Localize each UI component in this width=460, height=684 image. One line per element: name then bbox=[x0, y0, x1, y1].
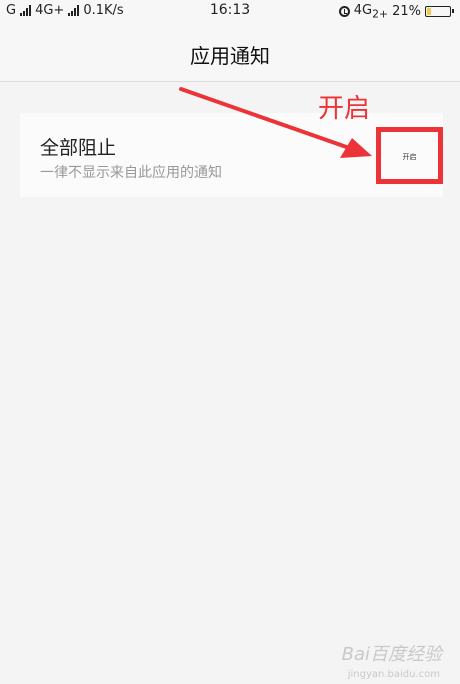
network-type-right-suffix: 2+ bbox=[372, 7, 389, 21]
status-bar: G 4G+ 0.1K/s 16:13 4G2+ 21% bbox=[0, 0, 460, 22]
page-title: 应用通知 bbox=[190, 44, 270, 68]
network-type-right-label: 4G bbox=[353, 3, 373, 18]
annotation-label: 开启 bbox=[318, 94, 371, 124]
status-right: 4G2+ 21% bbox=[338, 3, 454, 21]
title-bar: 应用通知 bbox=[0, 22, 460, 82]
block-all-toggle[interactable]: 开启 bbox=[376, 127, 443, 184]
network-type-right: 4G2+ bbox=[354, 3, 388, 21]
watermark-sub: jingyan.baidu.com bbox=[347, 669, 440, 680]
alarm-icon bbox=[338, 6, 350, 18]
battery-percent: 21% bbox=[392, 4, 421, 20]
annotation-arrow-icon bbox=[179, 87, 372, 158]
watermark-logo: Bai百度经验 bbox=[341, 644, 442, 665]
setting-description: 一律不显示来自此应用的通知 bbox=[40, 165, 222, 181]
setting-title: 全部阻止 bbox=[40, 137, 117, 159]
battery-fill bbox=[427, 8, 431, 16]
toggle-label: 开启 bbox=[402, 153, 417, 161]
battery-icon bbox=[425, 6, 454, 18]
